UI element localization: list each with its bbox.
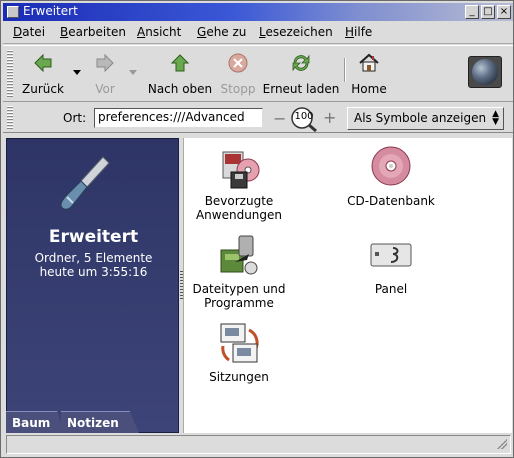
icon-view: Bevorzugte Anwendungen CD-Datenbank Date… [183,138,512,433]
maximize-button[interactable]: □ [481,5,495,19]
menu-gehe-zu[interactable]: Gehe zu [197,25,246,39]
back-button[interactable]: Zurück [17,50,69,98]
window-menu-icon[interactable] [7,6,19,18]
menu-bearbeiten[interactable]: Bearbeiten [60,25,126,39]
item-sessions[interactable]: Sitzungen [184,320,294,384]
preferred-apps-icon [222,151,260,189]
item-panel[interactable]: Panel [336,232,446,296]
menu-hilfe[interactable]: Hilfe [345,25,372,39]
home-button[interactable]: Home [348,50,390,98]
up-button[interactable]: Nach oben [143,50,217,98]
window-title: Erweitert [23,4,78,18]
toolbar-separator [344,58,346,82]
location-label: Ort: [63,111,87,125]
resize-grip-icon[interactable] [497,439,507,449]
select-arrows-icon: ▲ ▼ [492,109,499,127]
status-bar [6,435,511,454]
title-bar[interactable]: Erweitert _ □ × [3,3,513,21]
reload-icon [292,54,310,72]
reload-button[interactable]: Erneut laden [261,50,341,98]
zoom-out-button[interactable]: − [273,109,286,128]
file-types-icon [220,235,258,275]
forward-history-dropdown[interactable] [129,70,137,75]
reload-label: Erneut laden [262,82,340,96]
back-arrow-icon [34,53,52,73]
home-label: Home [351,82,387,96]
menu-datei[interactable]: Datei [13,25,45,39]
forward-button[interactable]: Vor [85,50,125,98]
stop-label: Stopp [220,82,256,96]
zoom-in-button[interactable]: + [323,108,336,127]
sidebar-title: Erweitert [48,227,139,247]
sidebar: Erweitert Ordner, 5 Elemente heute um 3:… [6,138,179,433]
minimize-button[interactable]: _ [465,5,479,19]
location-bar-grip[interactable] [7,106,13,130]
activity-throbber [468,56,502,88]
forward-label: Vor [95,82,115,96]
back-history-dropdown[interactable] [73,70,81,75]
stop-button[interactable]: Stopp [218,50,258,98]
location-bar: Ort: preferences:///Advanced − 100 + Als… [3,103,513,133]
screwdriver-icon [60,156,110,210]
file-manager-window: Erweitert _ □ × Datei Bearbeiten Ansicht… [0,0,514,458]
item-label-line1: Panel [374,282,408,296]
tab-notizen[interactable]: Notizen [61,411,139,433]
item-preferred-apps[interactable]: Bevorzugte Anwendungen [184,144,294,222]
up-arrow-icon [170,54,190,72]
toolbar: Zurück Vor Nach oben Stopp Erneut laden … [3,45,513,102]
item-label-line2: Anwendungen [195,208,283,222]
sidebar-modified-time: heute um 3:55:16 [39,265,148,279]
throbber-ball-icon [472,59,498,85]
item-cd-database[interactable]: CD-Datenbank [336,144,446,208]
item-label-line1: Bevorzugte [204,194,274,208]
panel-icon [370,243,412,267]
forward-arrow-icon [96,53,114,73]
up-label: Nach oben [147,82,213,96]
item-label-line2: Programme [204,296,274,310]
sessions-icon [220,323,259,363]
item-label-line1: Dateitypen und [192,282,286,296]
location-input[interactable]: preferences:///Advanced [94,108,263,128]
sidebar-folder-info: Ordner, 5 Elemente [34,251,153,265]
view-mode-value: Als Symbole anzeigen [354,111,487,125]
menu-ansicht[interactable]: Ansicht [137,25,181,39]
tab-baum[interactable]: Baum [6,411,64,433]
item-file-types[interactable]: Dateitypen und Programme [184,232,294,310]
cd-database-icon [371,146,411,186]
close-button[interactable]: × [497,5,511,19]
home-icon [359,53,379,72]
menu-lesezeichen[interactable]: Lesezeichen [259,25,333,39]
stop-icon [228,53,248,73]
item-label-line1: Sitzungen [209,370,269,384]
item-label-line1: CD-Datenbank [347,194,435,208]
back-label: Zurück [22,82,64,96]
toolbar-grip[interactable] [7,50,13,98]
view-mode-select[interactable]: Als Symbole anzeigen ▲ ▼ [347,107,504,130]
menu-bar: Datei Bearbeiten Ansicht Gehe zu Lesezei… [3,22,513,44]
zoom-level[interactable]: 100 [294,111,314,122]
